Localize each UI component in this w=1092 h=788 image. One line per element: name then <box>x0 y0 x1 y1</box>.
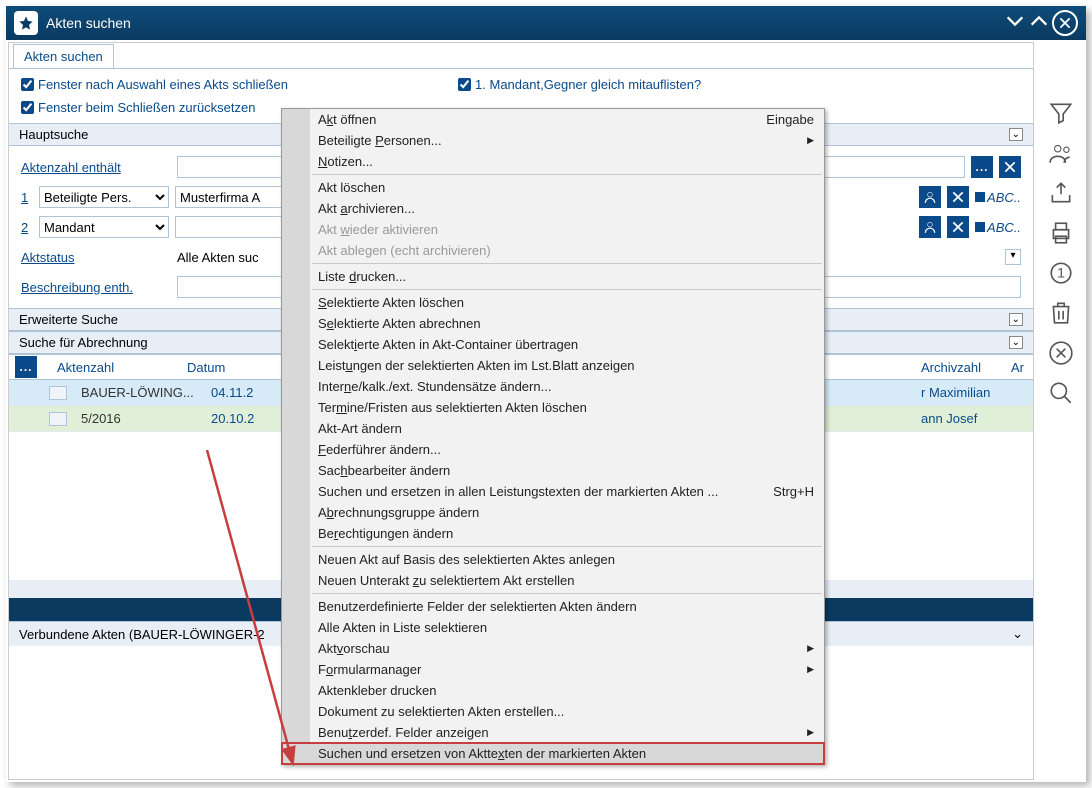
mi-notizen[interactable]: Notizen... <box>282 151 824 172</box>
mi-bfelder[interactable]: Benutzerdef. Felder anzeigen▶ <box>282 722 824 743</box>
abc-link[interactable]: ABC.. <box>975 190 1021 205</box>
coin-icon[interactable]: 1 <box>1048 260 1074 286</box>
folder-icon <box>49 412 67 426</box>
chevron-down-icon[interactable] <box>1004 10 1026 32</box>
mi-stunden[interactable]: Interne/kalk./ext. Stundensätze ändern..… <box>282 376 824 397</box>
mi-neuunter[interactable]: Neuen Unterakt zu selektiertem Akt erste… <box>282 570 824 591</box>
mi-sabr[interactable]: Selektierte Akten abrechnen <box>282 313 824 334</box>
combo-beteiligte[interactable]: Beteiligte Pers. <box>39 186 169 208</box>
titlebar: Akten suchen <box>6 6 1086 40</box>
mi-berecht[interactable]: Berechtigungen ändern <box>282 523 824 544</box>
col-aktenzahl[interactable]: Aktenzahl <box>49 360 179 375</box>
row-num-1: 1 <box>21 190 33 205</box>
mi-open[interactable]: Akt öffnenEingabe <box>282 109 824 130</box>
dropdown-icon[interactable]: ▾ <box>1005 249 1021 265</box>
status-value: Alle Akten suc <box>177 250 259 265</box>
caret-icon[interactable]: ⌄ <box>1009 336 1023 349</box>
close-icon[interactable] <box>1052 10 1078 36</box>
check-reset[interactable]: Fenster beim Schließen zurücksetzen <box>21 100 255 115</box>
mi-dok[interactable]: Dokument zu selektierten Akten erstellen… <box>282 701 824 722</box>
star-icon <box>14 11 38 35</box>
caret-icon[interactable]: ⌄ <box>1009 128 1023 141</box>
chevron-up-icon[interactable] <box>1028 10 1050 32</box>
clear-button[interactable] <box>999 156 1021 178</box>
folder-icon <box>49 386 67 400</box>
mi-kleber[interactable]: Aktenkleber drucken <box>282 680 824 701</box>
label-beschr[interactable]: Beschreibung enth. <box>21 280 133 295</box>
tab-search[interactable]: Akten suchen <box>13 44 114 68</box>
mi-liste[interactable]: Liste drucken... <box>282 266 824 287</box>
label-status[interactable]: Aktstatus <box>21 250 74 265</box>
mi-suchlst[interactable]: Suchen und ersetzen in allen Leistungste… <box>282 481 824 502</box>
mi-sachb[interactable]: Sachbearbeiter ändern <box>282 460 824 481</box>
caret-icon[interactable]: ⌄ <box>1009 313 1023 326</box>
person-button-2[interactable] <box>919 216 941 238</box>
person-button[interactable] <box>919 186 941 208</box>
cancel-icon[interactable] <box>1048 340 1074 366</box>
clear-button-3[interactable] <box>947 216 969 238</box>
caret-icon[interactable]: ⌄ <box>1012 626 1023 642</box>
mi-del[interactable]: Akt löschen <box>282 177 824 198</box>
mi-suchakt[interactable]: Suchen und ersetzen von Akttexten der ma… <box>282 743 824 764</box>
check-close-after[interactable]: Fenster nach Auswahl eines Akts schließe… <box>21 77 288 92</box>
mi-formular[interactable]: Formularmanager▶ <box>282 659 824 680</box>
abc-link-2[interactable]: ABC.. <box>975 220 1021 235</box>
mi-ablegen: Akt ablegen (echt archivieren) <box>282 240 824 261</box>
search-icon[interactable] <box>1048 380 1074 406</box>
mi-slst[interactable]: Leistungen der selektierten Akten im Lst… <box>282 355 824 376</box>
mi-benutzer[interactable]: Benutzerdefinierte Felder der selektiert… <box>282 596 824 617</box>
mi-abrgrp[interactable]: Abrechnungsgruppe ändern <box>282 502 824 523</box>
people-icon[interactable] <box>1048 140 1074 166</box>
mi-neusel[interactable]: Neuen Akt auf Basis des selektierten Akt… <box>282 549 824 570</box>
mi-reakt: Akt wieder aktivieren <box>282 219 824 240</box>
check-list-mandant[interactable]: 1. Mandant,Gegner gleich mitauflisten? <box>458 77 701 92</box>
col-ar[interactable]: Ar <box>1003 360 1033 375</box>
export-icon[interactable] <box>1048 180 1074 206</box>
mi-aktart[interactable]: Akt-Art ändern <box>282 418 824 439</box>
col-archiv[interactable]: Archivzahl <box>913 360 1003 375</box>
table-menu-button[interactable]: ... <box>15 356 37 378</box>
mi-scont[interactable]: Selektierte Akten in Akt-Container übert… <box>282 334 824 355</box>
context-menu: Akt öffnenEingabe Beteiligte Personen...… <box>281 108 825 765</box>
label-aktenzahl[interactable]: Aktenzahl enthält <box>21 160 121 175</box>
row-num-2: 2 <box>21 220 33 235</box>
toolbar-side: 1 <box>1036 40 1086 782</box>
mi-allesel[interactable]: Alle Akten in Liste selektieren <box>282 617 824 638</box>
combo-mandant[interactable]: Mandant <box>39 216 169 238</box>
trash-icon[interactable] <box>1048 300 1074 326</box>
more-button[interactable]: ... <box>971 156 993 178</box>
mi-sdel[interactable]: Selektierte Akten löschen <box>282 292 824 313</box>
mi-arch[interactable]: Akt archivieren... <box>282 198 824 219</box>
mi-personen[interactable]: Beteiligte Personen...▶ <box>282 130 824 151</box>
clear-button-2[interactable] <box>947 186 969 208</box>
window-title: Akten suchen <box>46 15 1004 31</box>
mi-vorschau[interactable]: Aktvorschau▶ <box>282 638 824 659</box>
funnel-icon[interactable] <box>1048 100 1074 126</box>
tabbar: Akten suchen <box>9 43 1033 69</box>
col-datum[interactable]: Datum <box>179 360 241 375</box>
mi-termine[interactable]: Termine/Fristen aus selektierten Akten l… <box>282 397 824 418</box>
mi-feder[interactable]: Federführer ändern... <box>282 439 824 460</box>
svg-text:1: 1 <box>1057 264 1065 280</box>
print-icon[interactable] <box>1048 220 1074 246</box>
